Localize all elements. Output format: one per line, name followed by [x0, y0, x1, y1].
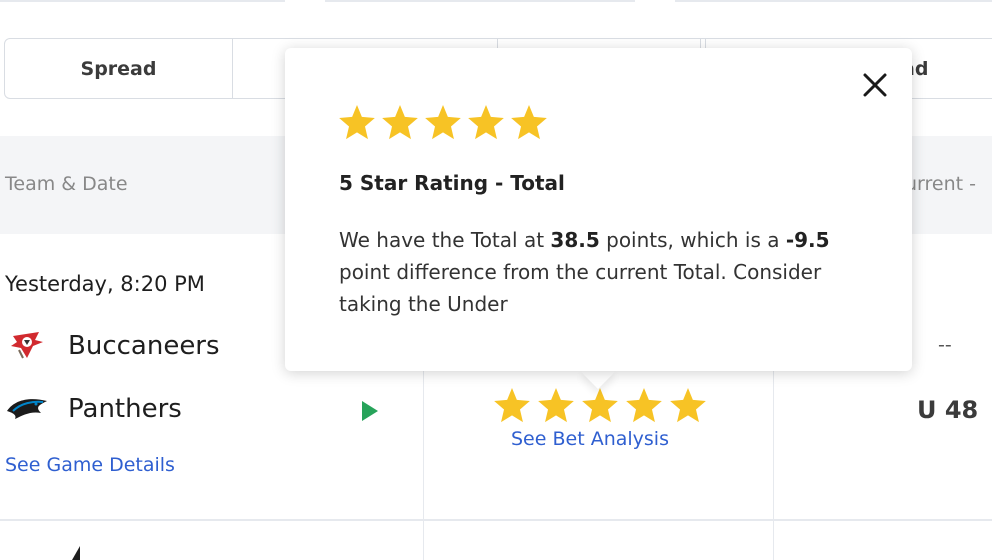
projected-total: 38.5 [550, 228, 600, 252]
top-divider [675, 0, 992, 2]
page: Spread ad Team & Date urrent - Yesterday… [0, 0, 992, 560]
column-divider [773, 520, 774, 560]
star-icon [626, 388, 662, 423]
header-team-date: Team & Date [5, 173, 128, 195]
popup-rating-stars [338, 105, 548, 141]
team-name: Panthers [68, 394, 182, 424]
see-bet-analysis-link[interactable]: See Bet Analysis [511, 428, 669, 450]
star-icon [538, 388, 574, 423]
popup-title: 5 Star Rating - Total [339, 171, 565, 195]
popup-body-text: We have the Total at [339, 228, 551, 252]
star-icon [339, 105, 375, 140]
column-divider [423, 520, 424, 560]
popup-body-text: point difference from the current Total.… [339, 260, 822, 316]
rating-popup: 5 Star Rating - Total We have the Total … [285, 48, 912, 371]
row-divider [0, 519, 992, 521]
popup-body: We have the Total at 38.5 points, which … [339, 224, 879, 320]
star-icon [382, 105, 418, 140]
tab-spread[interactable]: Spread [5, 39, 233, 98]
star-icon [511, 105, 547, 140]
star-icon [468, 105, 504, 140]
buccaneers-logo-icon [11, 332, 43, 359]
panthers-logo-icon [7, 399, 47, 419]
tab-label: Spread [80, 57, 157, 80]
current-line-top: -- [938, 334, 952, 356]
team-row-buccaneers[interactable]: Buccaneers [5, 330, 220, 362]
star-icon [582, 388, 618, 423]
top-divider [0, 0, 285, 2]
next-row-partial [72, 546, 80, 560]
star-icon [670, 388, 706, 423]
team-name: Buccaneers [68, 331, 220, 361]
see-game-details-link[interactable]: See Game Details [5, 454, 175, 476]
star-icon [494, 388, 530, 423]
top-divider [325, 0, 635, 2]
rating-stars[interactable] [493, 388, 707, 424]
current-line-value: U 48 [917, 396, 979, 424]
team-row-panthers[interactable]: Panthers [5, 393, 182, 425]
game-date: Yesterday, 8:20 PM [5, 272, 205, 296]
close-icon[interactable] [862, 72, 888, 98]
popup-body-text: points, which is a [599, 228, 786, 252]
header-current: urrent - [905, 173, 976, 195]
point-difference: -9.5 [785, 228, 830, 252]
star-icon [425, 105, 461, 140]
play-icon[interactable] [361, 400, 379, 422]
